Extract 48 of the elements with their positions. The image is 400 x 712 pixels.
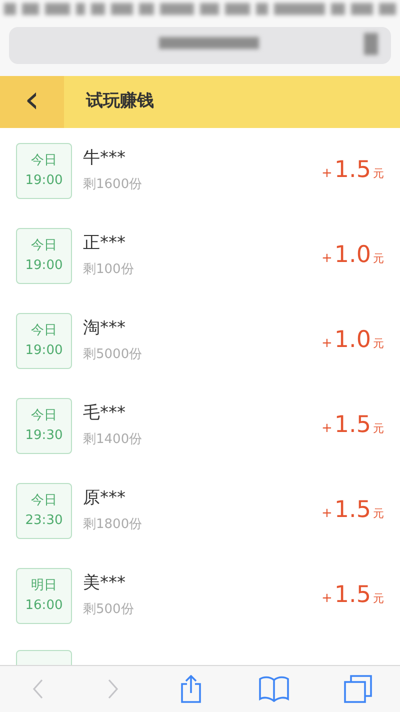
reward-sign: + <box>322 505 332 524</box>
task-name: 淘*** <box>83 316 126 339</box>
reward-sign: + <box>322 165 332 184</box>
reward-unit: 元 <box>373 166 384 182</box>
reward-unit: 元 <box>373 506 384 522</box>
page-title: 试玩赚钱 <box>86 90 154 114</box>
badge-time: 19:00 <box>24 342 64 360</box>
share-icon[interactable] <box>178 675 203 703</box>
bookmarks-icon[interactable] <box>258 675 289 703</box>
reward-amount: 1.5 <box>334 156 371 186</box>
remaining-count: 剩100份 <box>83 260 135 279</box>
remaining-count: 剩1600份 <box>83 176 144 194</box>
badge-time: 19:30 <box>24 426 64 444</box>
back-button[interactable]: ‹ <box>0 76 64 128</box>
badge-day: 明日 <box>17 576 71 596</box>
task-name: 原*** <box>83 486 126 509</box>
badge-time: 23:30 <box>24 512 64 530</box>
reward-sign: + <box>322 250 332 268</box>
badge-day: 今日 <box>17 490 71 510</box>
reward-sign: + <box>322 420 332 438</box>
remaining-count: 剩5000份 <box>83 346 144 364</box>
reward-amount: 1.5 <box>334 581 371 610</box>
task-name: 美*** <box>83 572 126 594</box>
reward-sign: + <box>322 590 332 608</box>
task-name: 牛*** <box>83 146 126 169</box>
remaining-count: 剩1400份 <box>83 430 144 449</box>
reward-unit: 元 <box>373 251 384 268</box>
reward-amount: 1.5 <box>334 496 371 526</box>
remaining-count: 剩500份 <box>83 600 135 619</box>
badge-day: 今日 <box>17 320 71 340</box>
badge-time: 19:00 <box>24 256 64 274</box>
badge-day: 今日 <box>17 406 71 426</box>
badge-time: 16:00 <box>24 596 64 614</box>
reward-amount: 1.0 <box>334 241 371 270</box>
reward-sign: + <box>322 335 332 354</box>
tabs-icon[interactable] <box>344 675 372 703</box>
reward-amount: 1.5 <box>334 411 371 440</box>
reward-unit: 元 <box>373 421 384 438</box>
badge-day: 今日 <box>17 236 71 256</box>
badge-time: 19:00 <box>24 172 64 190</box>
remaining-count: 剩1800份 <box>83 516 144 534</box>
task-name: 正*** <box>83 232 126 254</box>
badge-day: 今日 <box>17 150 71 170</box>
reward-unit: 元 <box>373 591 384 608</box>
address-field[interactable] <box>9 27 391 64</box>
reward-unit: 元 <box>373 336 384 352</box>
reward-amount: 1.0 <box>334 326 371 356</box>
task-name: 毛*** <box>83 402 126 424</box>
